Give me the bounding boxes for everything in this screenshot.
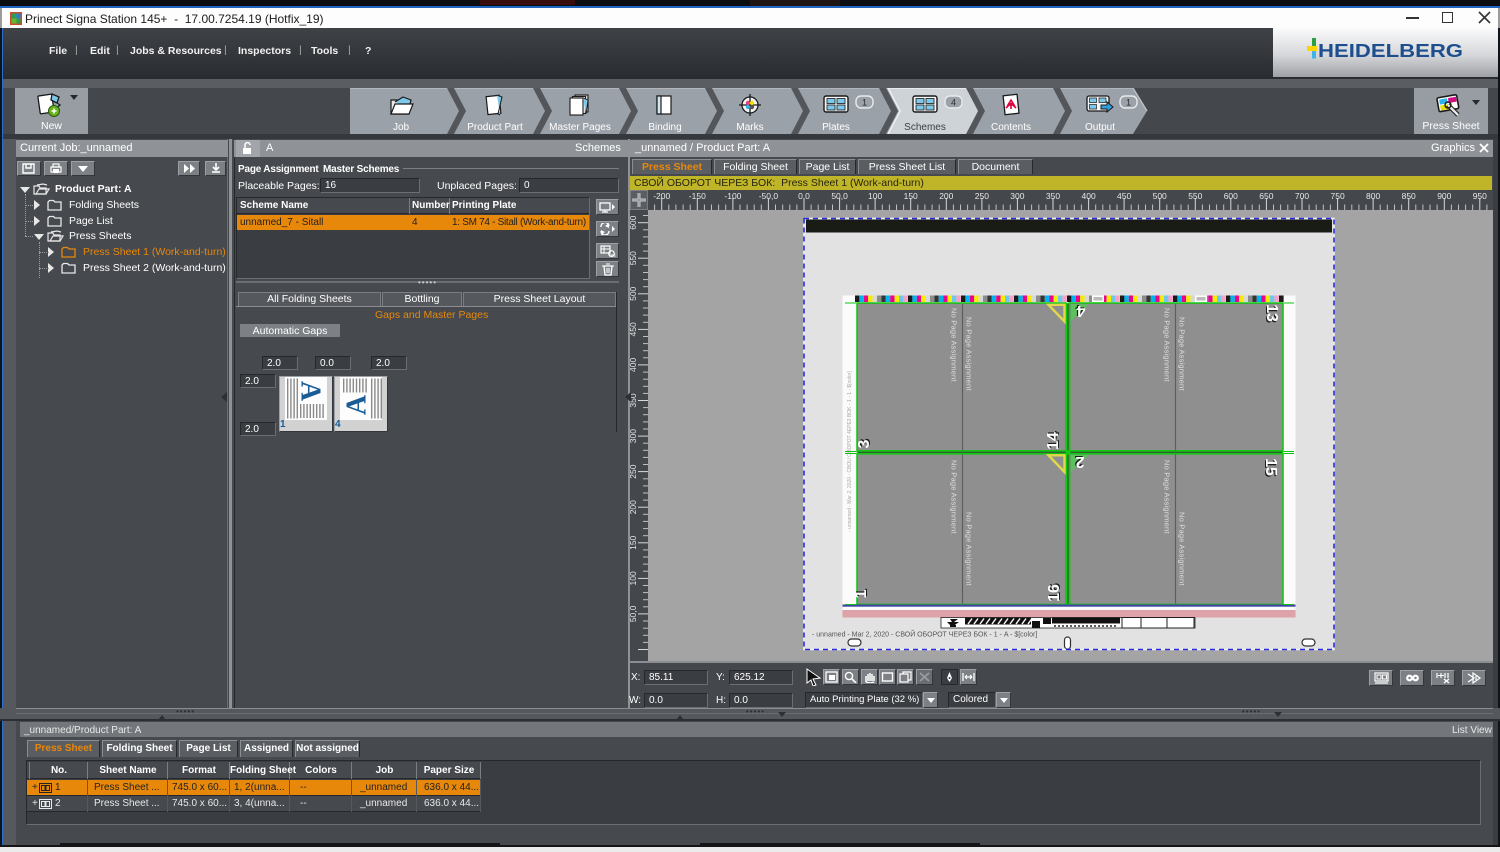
svg-text:100: 100 (630, 571, 638, 585)
svg-text:Binding: Binding (648, 122, 681, 133)
svg-text:No Page Assignment: No Page Assignment (950, 460, 959, 534)
svg-text:500: 500 (1153, 191, 1167, 201)
svg-text:600: 600 (1224, 191, 1238, 201)
svg-text:3: 3 (856, 439, 873, 448)
svg-text:16: 16 (1046, 584, 1063, 602)
svg-text:200: 200 (630, 500, 638, 514)
svg-text:Marks: Marks (736, 122, 763, 133)
svg-text:Plates: Plates (822, 122, 850, 133)
svg-text:13: 13 (1263, 304, 1280, 322)
svg-text:800: 800 (1366, 191, 1380, 201)
svg-text:50,0: 50,0 (831, 191, 848, 201)
svg-text:Product Part: Product Part (467, 122, 523, 133)
svg-text:250: 250 (630, 464, 638, 478)
svg-text:No Page Assignment: No Page Assignment (965, 317, 974, 391)
svg-text:450: 450 (1117, 191, 1131, 201)
svg-text:450: 450 (630, 322, 638, 336)
svg-text:No Page Assignment: No Page Assignment (950, 308, 959, 382)
svg-text:300: 300 (630, 429, 638, 443)
svg-text:250: 250 (975, 191, 989, 201)
svg-text:Job: Job (393, 122, 410, 133)
svg-text:850: 850 (1402, 191, 1416, 201)
svg-text:0,0: 0,0 (798, 191, 810, 201)
svg-text:15: 15 (1262, 458, 1279, 476)
svg-text:1: 1 (853, 589, 870, 598)
svg-text:4: 4 (1076, 302, 1085, 319)
svg-text:350: 350 (1046, 191, 1060, 201)
svg-text:Output: Output (1085, 122, 1115, 133)
svg-text:50,0: 50,0 (630, 605, 638, 622)
svg-text:150: 150 (630, 535, 638, 549)
svg-text:rss: rss (609, 253, 616, 257)
svg-text:550: 550 (630, 251, 638, 265)
svg-text:650: 650 (1259, 191, 1273, 201)
svg-text:A: A (295, 381, 326, 402)
svg-text:600: 600 (630, 215, 638, 229)
svg-text:A: A (342, 394, 373, 415)
svg-text:400: 400 (1082, 191, 1096, 201)
svg-text:400: 400 (630, 358, 638, 372)
svg-text:900: 900 (1437, 191, 1451, 201)
svg-text:350: 350 (630, 393, 638, 407)
svg-text:500: 500 (630, 286, 638, 300)
svg-text:Contents: Contents (991, 122, 1031, 133)
svg-text:150: 150 (904, 191, 918, 201)
svg-text:750: 750 (1331, 191, 1345, 201)
svg-text:200: 200 (939, 191, 953, 201)
svg-text:-100: -100 (724, 191, 741, 201)
svg-text:No Page Assignment: No Page Assignment (1163, 308, 1172, 382)
svg-text:2: 2 (1075, 453, 1084, 470)
svg-text:- unnamed - Mar 2, 2020 - СВОЙ: - unnamed - Mar 2, 2020 - СВОЙ ОБОРОТ ЧЕ… (812, 630, 1037, 639)
svg-text:550: 550 (1188, 191, 1202, 201)
svg-text:No Page Assignment: No Page Assignment (1163, 460, 1172, 534)
svg-text:HEIDELBERG: HEIDELBERG (1318, 41, 1463, 61)
svg-text:1: 1 (862, 98, 867, 108)
svg-text:14: 14 (1045, 432, 1062, 450)
svg-text:1: 1 (1126, 98, 1131, 108)
svg-text:950: 950 (1473, 191, 1487, 201)
svg-text:No Page Assignment: No Page Assignment (1178, 512, 1187, 586)
svg-text:Schemes: Schemes (904, 122, 946, 133)
svg-text:No Page Assignment: No Page Assignment (965, 512, 974, 586)
svg-text:Master Pages: Master Pages (549, 122, 611, 133)
svg-text:-150: -150 (689, 191, 706, 201)
svg-text:300: 300 (1010, 191, 1024, 201)
svg-text:700: 700 (1295, 191, 1309, 201)
svg-text:4: 4 (951, 98, 956, 108)
svg-text:-50,0: -50,0 (759, 191, 779, 201)
svg-text:100: 100 (868, 191, 882, 201)
svg-text:-200: -200 (653, 191, 670, 201)
svg-text:No Page Assignment: No Page Assignment (1178, 317, 1187, 391)
